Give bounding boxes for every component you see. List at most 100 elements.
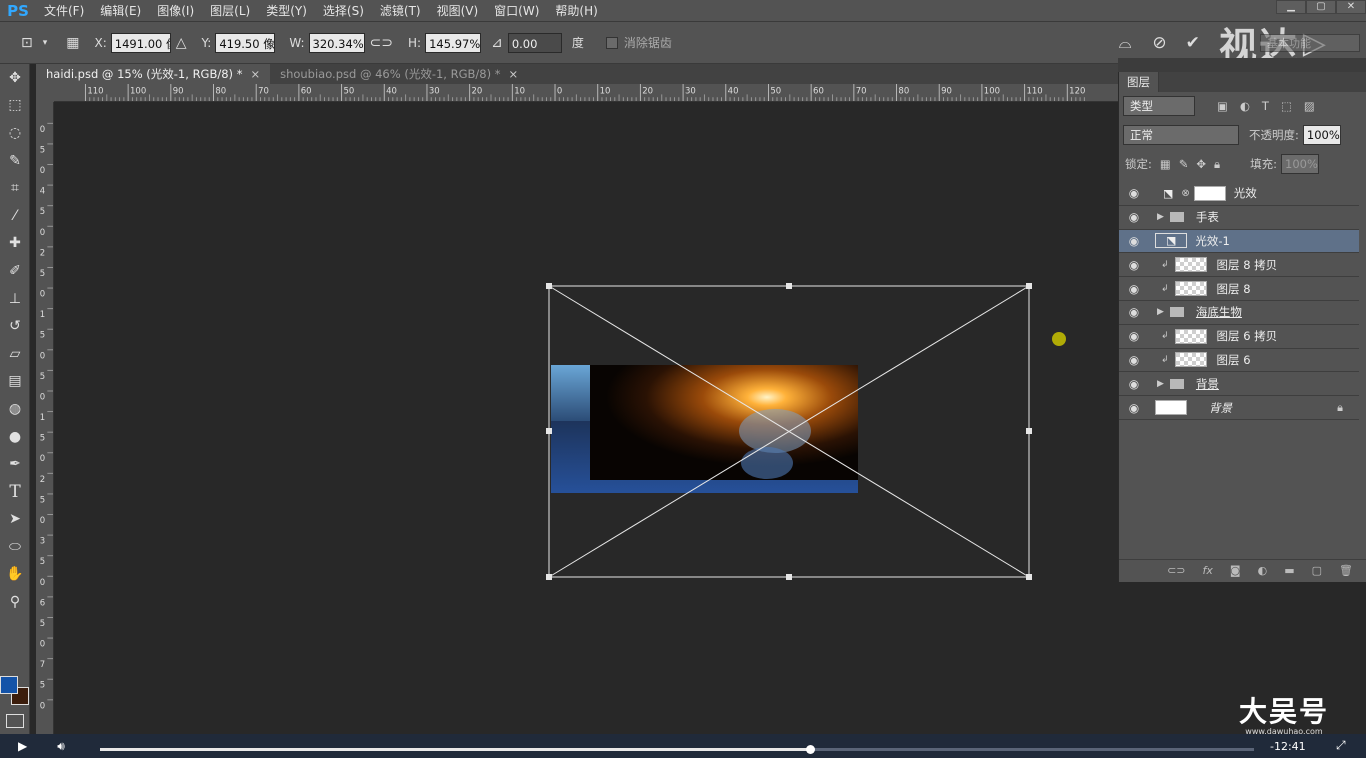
menu-edit[interactable]: 编辑(E) [92,2,149,19]
type-tool-icon[interactable]: T [0,478,30,506]
group-expand-icon[interactable]: ▶ [1157,307,1164,317]
close-tab-icon[interactable]: × [508,67,518,81]
maximize-icon[interactable]: ▢ [1306,0,1336,14]
layer-row[interactable]: ◉ ▶ 手表 [1119,206,1359,230]
fullscreen-icon[interactable]: ⤢ [1336,738,1346,753]
adjustment-layer-icon[interactable]: ◐ [1258,564,1268,577]
quick-select-tool-icon[interactable]: ✎ [0,147,30,175]
transform-tool-icon[interactable]: ⊡ [21,35,33,51]
layer-row[interactable]: ◉ ▶ 背景 [1119,372,1359,397]
layers-tab[interactable]: 图层 [1119,72,1159,92]
lock-move-icon[interactable]: ✥ [1196,157,1206,171]
eye-icon[interactable]: ◉ [1119,282,1149,296]
eye-icon[interactable]: ◉ [1119,353,1149,367]
link-icon[interactable]: ⊂⊃ [370,35,393,51]
eye-icon[interactable]: ◉ [1119,210,1149,224]
link-layers-icon[interactable]: ⊂⊃ [1167,564,1185,577]
crop-tool-icon[interactable]: ⌗ [0,174,30,202]
fill-field[interactable]: 100% [1281,154,1320,174]
play-icon[interactable]: ▶ [18,739,27,753]
filter-shape-icon[interactable]: ⬚ [1281,99,1292,113]
x-field[interactable]: 1491.00 像 [110,32,171,53]
eye-icon[interactable]: ◉ [1119,377,1149,391]
menu-layer[interactable]: 图层(L) [202,2,258,19]
document-canvas[interactable] [55,103,1118,734]
path-select-tool-icon[interactable]: ➤ [0,506,30,534]
zoom-tool-icon[interactable]: ⚲ [0,588,30,616]
layer-mask-thumbnail[interactable] [1193,185,1226,201]
filter-adjust-icon[interactable]: ◐ [1240,99,1250,113]
panel-collapse-bar[interactable] [1118,58,1366,72]
group-expand-icon[interactable]: ▶ [1157,379,1164,389]
layer-thumbnail[interactable] [1155,400,1187,416]
menu-help[interactable]: 帮助(H) [547,2,605,19]
healing-tool-icon[interactable]: ✚ [0,230,30,258]
menu-filter[interactable]: 滤镜(T) [372,2,429,19]
horizontal-ruler[interactable]: 110 100 90 80 70 60 50 40 30 20 10 0 10 20 30 40 50 60 70 8… [54,84,1118,102]
layer-row[interactable]: ◉ ⬔ ⊗ 光效 [1119,182,1359,206]
filter-smart-icon[interactable]: ▨ [1304,99,1315,113]
eye-icon[interactable]: ◉ [1119,186,1149,200]
blend-mode-select[interactable]: 正常 [1123,125,1239,145]
reference-point-icon[interactable]: ▦ [66,35,79,51]
menu-image[interactable]: 图像(I) [149,2,202,19]
history-brush-tool-icon[interactable]: ↺ [0,312,30,340]
filter-type-icon[interactable]: T [1262,99,1269,113]
menu-file[interactable]: 文件(F) [36,2,92,19]
stamp-tool-icon[interactable]: ⊥ [0,285,30,313]
warp-icon[interactable]: ⌓ [1119,33,1132,53]
layer-thumbnail[interactable] [1174,352,1207,368]
tab-shoubiao[interactable]: shoubiao.psd @ 46% (光效-1, RGB/8) * × [270,64,528,84]
new-group-icon[interactable]: ▬ [1284,564,1294,577]
y-field[interactable]: 419.50 像 [215,32,276,53]
tab-haidi[interactable]: haidi.psd @ 15% (光效-1, RGB/8) * × [36,64,271,84]
layer-row[interactable]: ◉ ↲ 图层 8 [1119,277,1359,301]
marquee-tool-icon[interactable]: ⬚ [0,92,30,120]
video-progress-track[interactable] [100,745,1254,754]
layer-filter-select[interactable]: 类型 [1123,96,1195,116]
lock-transparent-icon[interactable]: ▦ [1160,157,1171,171]
cancel-transform-icon[interactable]: ⊘ [1152,33,1166,53]
add-mask-icon[interactable]: ◙ [1230,564,1241,577]
group-expand-icon[interactable]: ▶ [1157,212,1164,222]
move-tool-icon[interactable]: ✥ [0,64,30,92]
vertical-ruler[interactable]: 0 5 0 4 5 0 2 5 0 1 5 0 5 0 1 5 0 2 5 0 3 5 0 6 5 0 7 5 0 [36,102,54,734]
quick-mask-icon[interactable] [6,714,24,728]
minimize-icon[interactable]: ▁ [1276,0,1306,14]
layer-thumbnail[interactable] [1174,257,1207,273]
eye-icon[interactable]: ◉ [1119,234,1149,248]
trash-icon[interactable]: 🗑︎ [1339,564,1353,577]
eraser-tool-icon[interactable]: ▱ [0,340,30,368]
delta-icon[interactable]: △ [176,35,187,51]
volume-icon[interactable]: 🔊︎ [57,739,65,754]
hand-tool-icon[interactable]: ✋ [0,561,30,589]
new-layer-icon[interactable]: ▢ [1312,564,1322,577]
fx-icon[interactable]: fx [1203,564,1213,577]
eyedropper-tool-icon[interactable]: ⁄ [0,202,30,230]
layer-row[interactable]: ◉ ↲ 图层 6 拷贝 [1119,325,1359,349]
h-field[interactable]: 145.97% [425,32,482,53]
menu-type[interactable]: 类型(Y) [258,2,315,19]
close-icon[interactable]: ✕ [1336,0,1366,14]
opacity-field[interactable]: 100% [1302,125,1341,145]
canvas-area[interactable] [55,103,1118,734]
video-progress-knob[interactable] [805,745,815,754]
ellipse-tool-icon[interactable]: ⬭ [0,533,30,561]
pen-tool-icon[interactable]: ✒ [0,450,30,478]
ruler-corner[interactable] [36,84,54,102]
lock-all-icon[interactable]: 🔒︎ [1214,157,1220,172]
layer-thumbnail[interactable] [1174,281,1207,297]
lasso-tool-icon[interactable]: ◌ [0,119,30,147]
antialias-checkbox[interactable] [605,36,618,49]
layer-row-selected[interactable]: ◉ ⬔ 光效-1 [1119,229,1359,254]
eye-icon[interactable]: ◉ [1119,329,1149,343]
blur-tool-icon[interactable]: ◍ [0,395,30,423]
chain-link-icon[interactable]: ⊗ [1181,188,1189,199]
menu-select[interactable]: 选择(S) [315,2,372,19]
close-tab-icon[interactable]: × [250,67,260,81]
eye-icon[interactable]: ◉ [1119,401,1149,415]
dodge-tool-icon[interactable]: ● [0,423,30,451]
angle-field[interactable]: 0.00 [507,32,562,53]
filter-pixel-icon[interactable]: ▣ [1217,99,1228,113]
menu-window[interactable]: 窗口(W) [486,2,547,19]
